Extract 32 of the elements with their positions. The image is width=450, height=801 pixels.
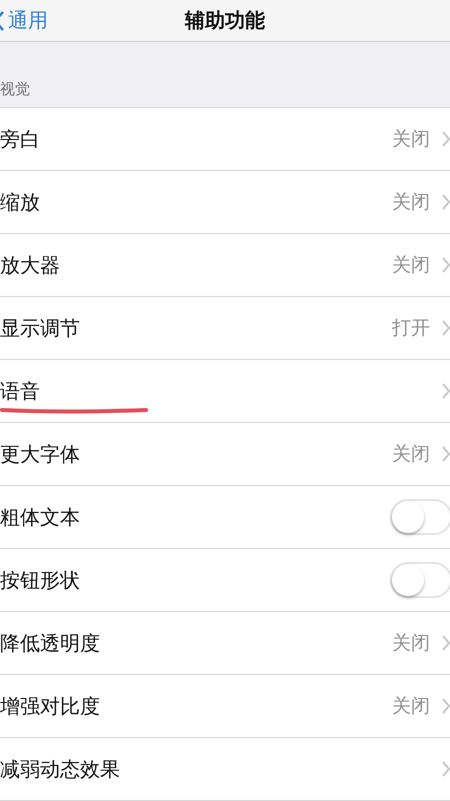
row-value: 打开 xyxy=(392,316,430,341)
chevron-icon xyxy=(442,194,450,210)
row-value: 关闭 xyxy=(392,694,430,719)
chevron-icon xyxy=(442,320,450,336)
row-label: 粗体文本 xyxy=(0,504,81,530)
chevron-icon xyxy=(442,761,450,777)
chevron-icon xyxy=(442,383,450,399)
row-label: 缩放 xyxy=(0,188,41,216)
row-label: 放大器 xyxy=(0,252,61,278)
chevron-icon xyxy=(442,635,450,651)
row-label: 显示调节 xyxy=(0,314,81,342)
row-value: 关闭 xyxy=(392,253,430,278)
row-label: 降低透明度 xyxy=(0,630,101,656)
row-value: 关闭 xyxy=(392,631,430,656)
row-label: 旁白 xyxy=(0,126,41,152)
row-label: 按钮形状 xyxy=(0,566,81,594)
toggle-switch[interactable] xyxy=(390,562,450,598)
chevron-icon xyxy=(442,131,450,147)
row-label: 更大字体 xyxy=(0,440,81,468)
chevron-icon xyxy=(442,257,450,273)
section-header: 视觉 xyxy=(0,80,30,99)
chevron-icon xyxy=(442,698,450,714)
row-value: 关闭 xyxy=(392,127,430,152)
back-button[interactable]: 通用 xyxy=(0,7,48,34)
row-label: 语音 xyxy=(0,378,41,404)
nav-title: 辅助功能 xyxy=(185,7,265,34)
toggle-switch[interactable] xyxy=(390,499,450,535)
row-label: 增强对比度 xyxy=(0,692,101,720)
row-value: 关闭 xyxy=(392,190,430,215)
chevron-icon xyxy=(442,446,450,462)
row-label: 减弱动态效果 xyxy=(0,756,121,782)
row-value: 关闭 xyxy=(392,442,430,467)
